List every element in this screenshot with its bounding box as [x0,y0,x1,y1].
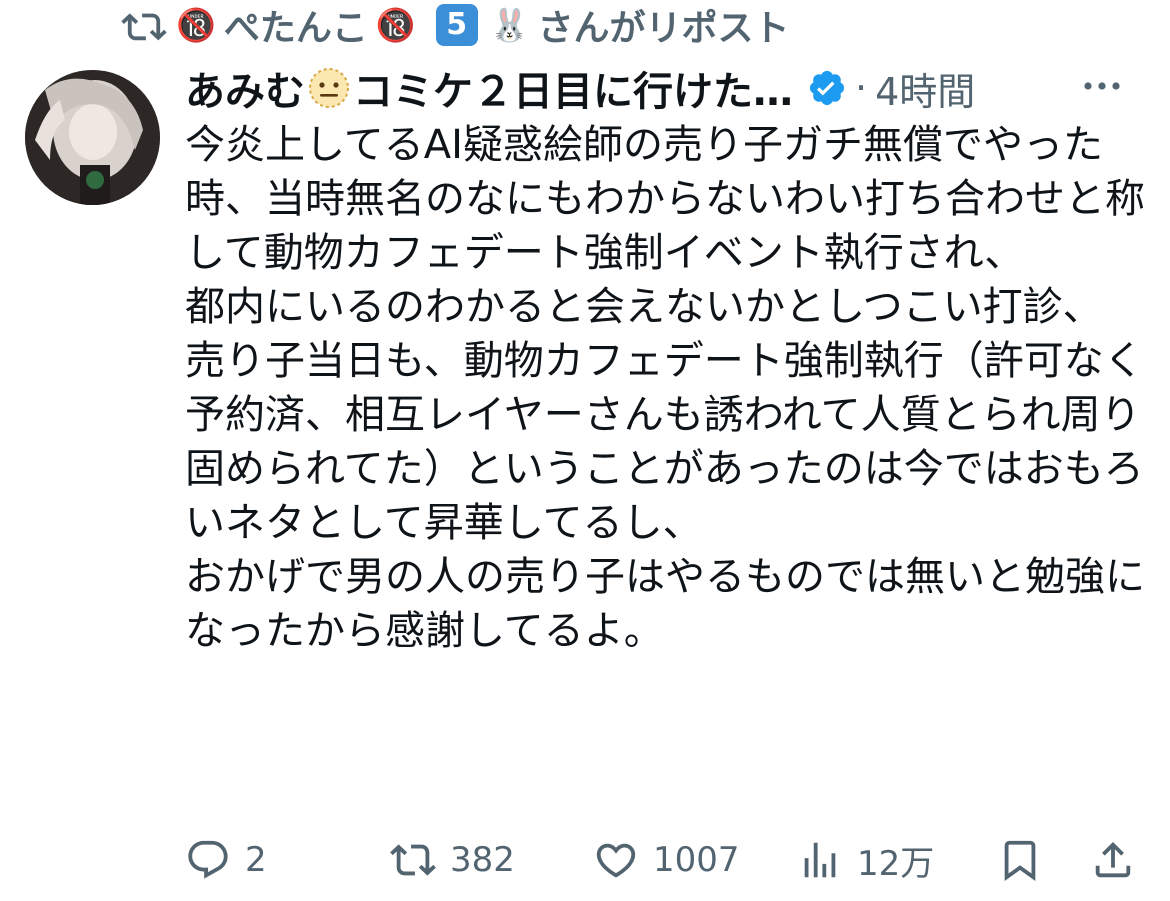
tweet-text: 今炎上してるAI疑惑絵師の売り子ガチ無償でやった時、当時無名のなにもわからないわ… [185,122,1145,654]
neutral-face-emoji [307,66,351,110]
share-icon [1095,841,1131,878]
more-dots-icon[interactable] [1080,74,1124,98]
no-under-18-emoji-2: 🔞 [375,6,416,44]
rabbit-emoji: 🐰 [489,6,530,44]
heart-icon [596,843,636,878]
like-button[interactable]: 1007 [593,837,740,883]
display-name[interactable]: あみむ コミケ２日目に行けた… [185,59,793,117]
repost-count: 382 [450,840,515,880]
reply-button[interactable]: 2 [185,837,267,883]
bar-chart-icon [804,842,836,878]
bookmark-icon [1004,840,1036,881]
verified-badge-icon [807,68,847,108]
bookmark-button[interactable] [997,837,1043,883]
view-count: 12万 [857,843,935,884]
repost-header[interactable]: 🔞 ぺたんこ 🔞 5 🐰 さんがリポスト [120,0,790,50]
repost-suffix: さんがリポスト [537,8,790,49]
like-count: 1007 [653,840,740,880]
no-under-18-emoji: 🔞 [176,6,216,44]
repost-button[interactable]: 382 [390,837,515,883]
repost-icon [390,844,436,876]
share-button[interactable] [1090,837,1136,883]
reply-count: 2 [245,840,267,880]
keycap-five-emoji: 5 [435,4,478,46]
speech-bubble-icon [188,840,228,879]
views-button[interactable]: 12万 [797,836,934,885]
display-name-part1: あみむ [185,69,305,115]
separator-dot: · [855,66,868,110]
action-bar: 2 382 1007 12万 [185,830,1145,890]
avatar-photo [25,70,160,205]
reposter-name[interactable]: ぺたんこ [224,0,368,51]
tweet-header: あみむ コミケ２日目に行けた… · 4時間 [185,58,1150,118]
tweet-time[interactable]: 4時間 [875,61,975,116]
repost-icon [120,5,168,45]
avatar[interactable] [25,70,160,205]
display-name-part2: コミケ２日目に行けた… [353,69,793,115]
